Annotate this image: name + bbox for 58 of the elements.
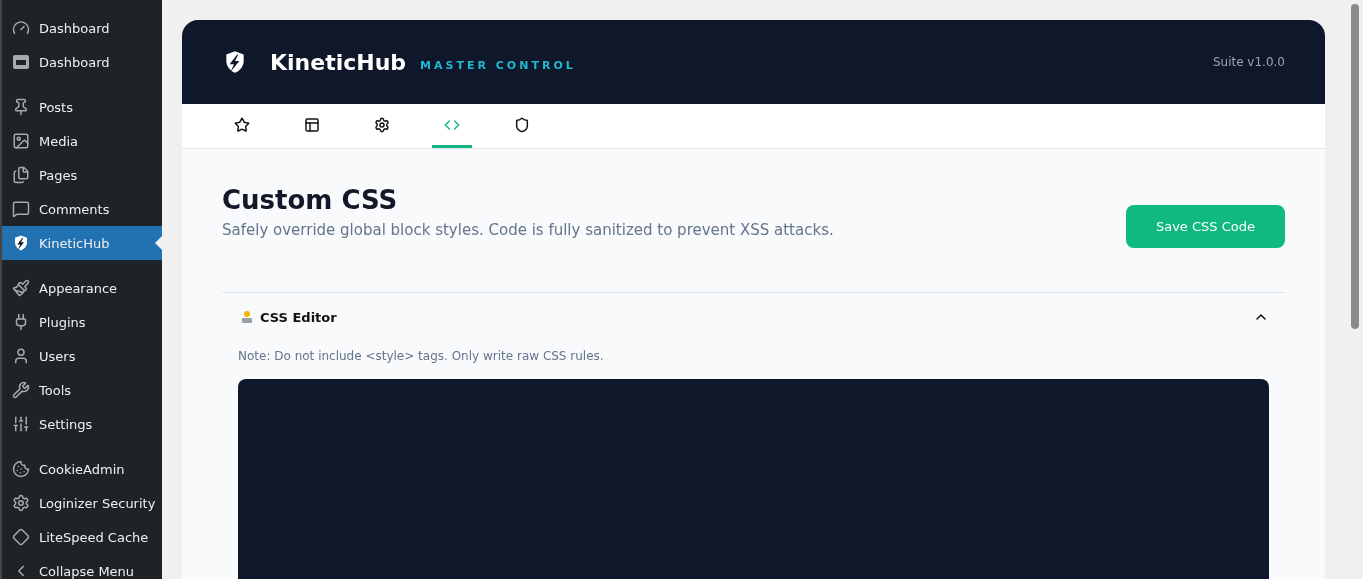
editor-note: Note: Do not include <style> tags. Only write raw CSS rules. [238,349,605,363]
brand-tagline: MASTER CONTROL [420,58,576,72]
menu-item[interactable]: Posts [2,90,162,124]
pages-icon [12,166,30,184]
menu-item[interactable]: CookieAdmin [2,452,162,486]
user-icon [12,347,30,365]
menu-item[interactable]: Pages [2,158,162,192]
media-icon [12,132,30,150]
brand-name: KineticHub [270,49,407,75]
version-label: Suite v1.0.0 [1212,55,1285,70]
menu-label: KineticHub [39,235,110,251]
menu-label: Dashboard [39,20,110,36]
gear-icon [374,116,390,133]
comment-icon [12,200,30,218]
menu-label: Collapse Menu [39,563,135,579]
menu-item[interactable]: Collapse Menu [2,554,162,579]
page-title: Custom CSS [222,185,399,215]
shield-icon [514,116,530,133]
menu-item[interactable]: Settings [2,407,162,441]
menu-label: Posts [39,99,73,115]
menu-label: Dashboard [39,54,110,70]
menu-item[interactable]: Users [2,339,162,373]
cookie-icon [12,460,30,478]
pin-icon [12,98,30,116]
menu-item[interactable]: KineticHub [2,226,162,260]
menu-label: Tools [39,382,72,398]
menu-item[interactable]: Plugins [2,305,162,339]
menu-item[interactable]: LiteSpeed Cache [2,520,162,554]
menu-label: Loginizer Security [39,495,156,511]
menu-label: Settings [39,416,93,432]
menu-label: CookieAdmin [39,461,125,477]
menu-label: Comments [39,201,110,217]
menu-label: Plugins [39,314,86,330]
menu-label: LiteSpeed Cache [39,529,149,545]
menu-item[interactable]: Dashboard [2,45,162,79]
menu-label: Users [39,348,76,364]
current-marker [155,235,162,251]
layout-icon [304,116,320,133]
gauge-icon [12,19,30,37]
scrollbar-thumb[interactable] [1351,4,1359,329]
diamond-icon [12,528,30,546]
sliders-icon [12,415,30,433]
menu-label: Appearance [39,280,118,296]
menu-item[interactable]: Appearance [2,271,162,305]
editor-title: CSS Editor [260,309,337,325]
menu-item[interactable]: Tools [2,373,162,407]
shield-bolt-icon [12,234,30,252]
menu-item[interactable]: Loginizer Security [2,486,162,520]
menu-label: Media [39,133,79,149]
wrench-icon [12,381,30,399]
menu-item[interactable]: Comments [2,192,162,226]
menu-item[interactable]: Dashboard [2,11,162,45]
page-subtitle: Safely override global block styles. Code is fully sanitized to prevent XSS attacks. [222,221,834,239]
menu-item[interactable]: Media [2,124,162,158]
gear-icon [12,494,30,512]
star-icon [234,116,250,133]
brush-icon [12,279,30,297]
menu-label: Pages [39,167,78,183]
